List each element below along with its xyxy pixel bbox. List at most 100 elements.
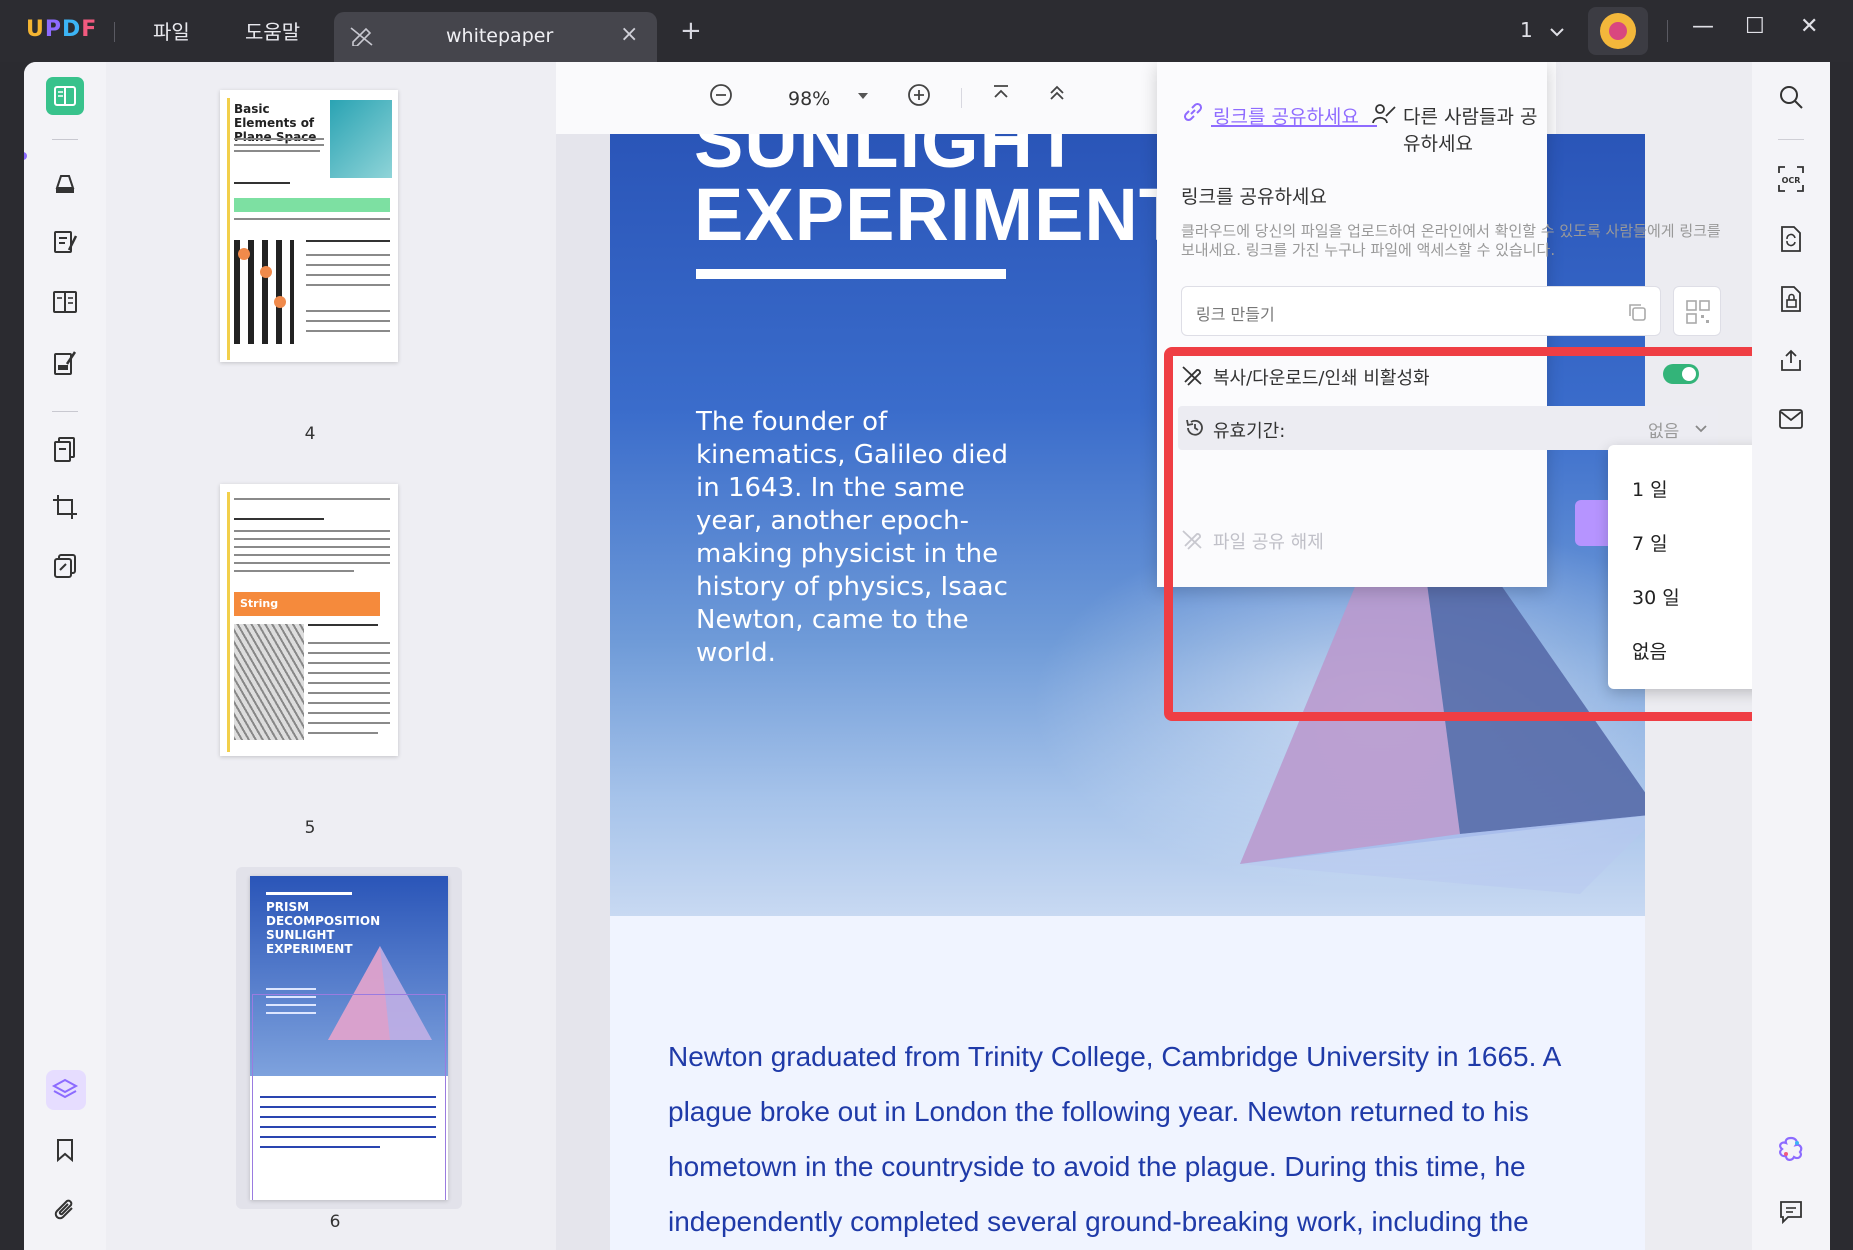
thumb-text-line xyxy=(308,692,390,694)
expiry-option-7-days[interactable]: 7 일 xyxy=(1632,529,1668,556)
thumb-text-line xyxy=(306,264,390,266)
expiry-select[interactable]: 유효기간: 없음 xyxy=(1178,406,1718,450)
zoom-dropdown-button[interactable] xyxy=(856,84,870,109)
thumb-text-line xyxy=(234,498,390,500)
svg-text:OCR: OCR xyxy=(1782,176,1801,185)
title-bar: UPDF 파일 도움말 whitepaper × + 1 — ☐ ✕ xyxy=(0,0,1853,62)
email-icon[interactable] xyxy=(1774,402,1808,436)
protect-icon[interactable] xyxy=(1774,282,1808,316)
status-dot xyxy=(24,152,27,160)
qr-code-button[interactable] xyxy=(1673,286,1721,336)
thumb-text-line xyxy=(234,150,320,152)
thumb-text-line xyxy=(308,712,390,714)
tab-share-people[interactable]: 다른 사람들과 공유하세요 xyxy=(1403,102,1547,156)
app-frame: Basic Elements of Plane Space 4 String 5… xyxy=(24,62,1830,1250)
expiry-option-30-days[interactable]: 30 일 xyxy=(1632,583,1680,610)
zoom-level[interactable]: 98% xyxy=(788,88,830,110)
page-thumbnail-5[interactable]: String xyxy=(220,484,398,756)
share-export-icon[interactable] xyxy=(1774,344,1808,378)
share-description: 클라우드에 당신의 파일을 업로드하여 온라인에서 확인할 수 있도록 사람들에… xyxy=(1181,222,1721,259)
share-people-icon xyxy=(1371,102,1397,130)
comment-highlighter-icon[interactable] xyxy=(48,165,82,199)
zoom-out-button[interactable] xyxy=(708,82,734,114)
updf-logo: UPDF xyxy=(26,17,98,42)
bookmark-icon[interactable] xyxy=(48,1133,82,1167)
fill-sign-icon[interactable] xyxy=(48,345,82,379)
create-link-field[interactable]: 링크 만들기 xyxy=(1181,286,1661,336)
thumb-margin-line xyxy=(227,492,230,752)
thumb-text-line xyxy=(308,702,390,704)
zoom-out-icon xyxy=(710,84,732,106)
ai-assistant-icon[interactable] xyxy=(1774,1132,1808,1166)
minimize-button[interactable]: — xyxy=(1692,14,1714,39)
page-view-icon[interactable] xyxy=(48,285,82,319)
ocr-icon[interactable]: OCR xyxy=(1774,162,1808,196)
reader-mode-icon[interactable] xyxy=(48,79,82,113)
thumb-viewport-indicator[interactable] xyxy=(252,994,446,1200)
history-icon xyxy=(1186,419,1203,436)
thumb-text-line xyxy=(306,274,390,276)
thumb-dot xyxy=(238,248,250,260)
hero-paragraph: The founder of kinematics, Galileo died … xyxy=(696,407,1008,668)
document-tab[interactable]: whitepaper × xyxy=(334,12,657,62)
thumb-text-line xyxy=(234,570,354,572)
attachment-icon[interactable] xyxy=(48,1193,82,1227)
chevron-down-icon xyxy=(1695,425,1707,433)
thumb-text-line xyxy=(234,218,390,220)
avatar[interactable] xyxy=(1588,7,1648,55)
thumb-page-number: 5 xyxy=(304,818,316,838)
thumb-text-line xyxy=(306,254,390,256)
organize-pages-icon[interactable] xyxy=(48,432,82,466)
menu-file[interactable]: 파일 xyxy=(153,16,190,45)
thumb-text-line xyxy=(234,518,324,520)
expiry-option-1-day[interactable]: 1 일 xyxy=(1632,475,1668,502)
thumbnail-panel: Basic Elements of Plane Space 4 String 5… xyxy=(106,62,556,1250)
thumb-image xyxy=(234,624,304,740)
thumb-text-line xyxy=(234,530,390,532)
thumb-text-line xyxy=(308,732,378,734)
copy-icon[interactable] xyxy=(1626,301,1648,323)
tab-active-underline xyxy=(1211,125,1377,127)
thumb-text-line xyxy=(234,538,390,540)
disable-copy-toggle[interactable] xyxy=(1663,364,1699,384)
body-paragraph: Newton graduated from Trinity College, C… xyxy=(668,1041,1560,1237)
qr-code-icon xyxy=(1686,300,1710,324)
thumb-text-line xyxy=(308,662,390,664)
left-toolbar xyxy=(24,62,106,1250)
thumb-text-line xyxy=(234,138,324,140)
heading-line-2: EXPERIMENT xyxy=(694,173,1186,256)
close-window-button[interactable]: ✕ xyxy=(1800,14,1818,39)
tab-title: whitepaper xyxy=(446,25,554,47)
page-selector[interactable]: 1 xyxy=(1520,18,1565,42)
maximize-button[interactable]: ☐ xyxy=(1745,14,1765,39)
layers-icon[interactable] xyxy=(48,1073,82,1107)
close-tab-icon[interactable]: × xyxy=(620,22,638,47)
thumb-text-line xyxy=(306,330,390,332)
page-thumbnail-4[interactable]: Basic Elements of Plane Space xyxy=(220,90,398,362)
new-tab-button[interactable]: + xyxy=(680,16,702,46)
thumb-tag: String xyxy=(234,592,380,616)
first-page-button[interactable] xyxy=(990,82,1012,110)
crop-icon[interactable] xyxy=(48,490,82,524)
thumb-text-line xyxy=(306,310,390,312)
expiry-option-none[interactable]: 없음 xyxy=(1632,637,1667,664)
thumb-bar xyxy=(266,892,352,895)
thumb-margin-line xyxy=(227,98,230,360)
edit-pdf-icon[interactable] xyxy=(48,225,82,259)
search-icon[interactable] xyxy=(1774,80,1808,114)
thumb-text-line xyxy=(234,546,390,548)
comment-list-icon[interactable] xyxy=(1774,1195,1808,1229)
thumb-text-line xyxy=(308,624,378,626)
no-copy-icon xyxy=(1181,364,1203,390)
page-thumbnail-6[interactable]: PRISM DECOMPOSITION SUNLIGHT EXPERIMENT xyxy=(250,876,448,1200)
share-heading: 링크를 공유하세요 xyxy=(1181,186,1327,208)
previous-page-button[interactable] xyxy=(1046,82,1068,110)
first-page-icon xyxy=(994,85,1008,98)
zoom-in-button[interactable] xyxy=(906,82,932,114)
toolbar-divider xyxy=(52,139,78,140)
unshare-file-button[interactable]: 파일 공유 해제 xyxy=(1213,528,1324,554)
batch-tools-icon[interactable] xyxy=(48,549,82,583)
menu-help[interactable]: 도움말 xyxy=(245,16,300,45)
thumb-dot xyxy=(274,296,286,308)
convert-icon[interactable] xyxy=(1774,222,1808,256)
